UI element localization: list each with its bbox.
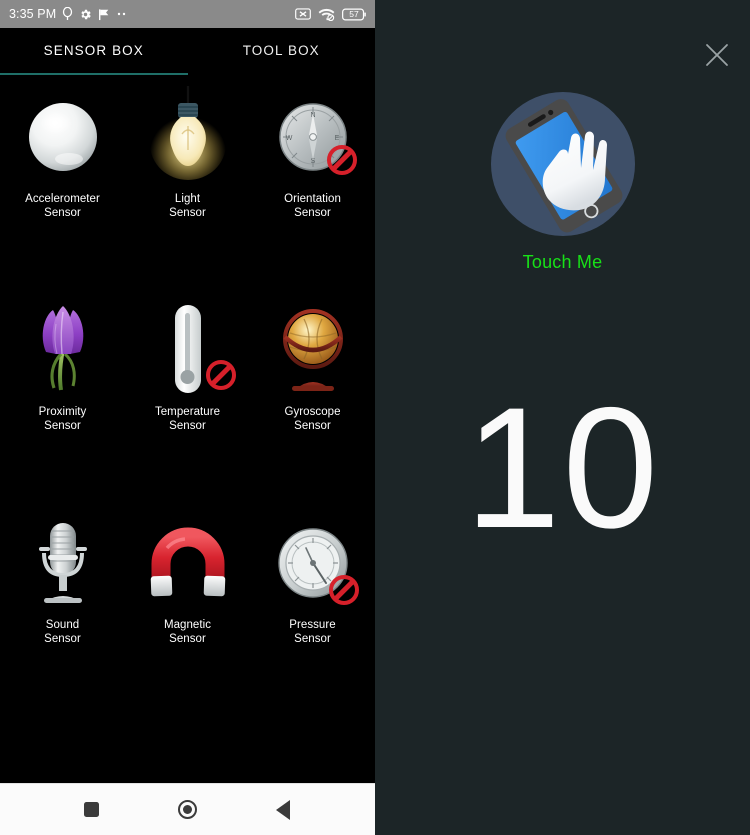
disabled-badge-icon	[328, 575, 359, 605]
phone-screen: 3:35 PM 57 SENSOR BOX TOOL BOX Accelerom…	[0, 0, 375, 835]
status-bar-clock: 3:35 PM	[9, 7, 57, 21]
sensor-item-gyroscope[interactable]: Gyroscope Sensor	[250, 290, 375, 503]
sensor-label-line1: Gyroscope	[284, 406, 341, 418]
tab-sensor-box[interactable]: SENSOR BOX	[0, 28, 188, 75]
sensor-item-temperature[interactable]: Temperature Sensor	[125, 290, 250, 503]
disabled-badge-icon	[326, 145, 357, 175]
back-triangle-icon[interactable]	[263, 790, 303, 830]
sensor-item-pressure[interactable]: Pressure Sensor	[250, 503, 375, 716]
sensor-label-line1: Orientation	[284, 193, 341, 205]
location-icon	[62, 6, 73, 21]
screenshot-root: 3:35 PM 57 SENSOR BOX TOOL BOX Accelerom…	[0, 0, 750, 835]
sensor-item-magnetic[interactable]: Magnetic Sensor	[125, 503, 250, 716]
active-tab-indicator	[0, 72, 188, 75]
microphone-icon	[17, 517, 109, 609]
status-bar-right: 57	[295, 8, 366, 21]
counter-value: 10	[464, 371, 661, 564]
sensor-label-line2: Sensor	[169, 419, 206, 432]
svg-text:W: W	[285, 135, 292, 142]
sensor-label: Magnetic Sensor	[164, 619, 211, 646]
wifi-off-icon	[318, 8, 335, 21]
compass-icon: N S W E	[267, 91, 359, 183]
sensor-item-proximity[interactable]: Proximity Sensor	[0, 290, 125, 503]
svg-text:E: E	[334, 135, 339, 142]
more-dots-icon	[116, 11, 128, 17]
globe-icon	[267, 304, 359, 396]
no-sim-icon	[295, 8, 311, 20]
sensor-label: Pressure Sensor	[289, 619, 335, 646]
sensor-label: Gyroscope Sensor	[284, 406, 340, 433]
sensor-label: Temperature Sensor	[155, 406, 220, 433]
recents-square-icon[interactable]	[72, 790, 112, 830]
sensor-label-line2: Sensor	[44, 419, 81, 432]
home-circle-icon[interactable]	[167, 790, 207, 830]
sensor-label-line1: Pressure	[289, 619, 336, 631]
silver-ball-icon	[17, 91, 109, 183]
tab-bar: SENSOR BOX TOOL BOX	[0, 28, 375, 75]
sensor-item-accelerometer[interactable]: Accelerometer Sensor	[0, 77, 125, 290]
status-bar: 3:35 PM 57	[0, 0, 375, 28]
sensor-grid: Accelerometer Sensor Light Sensor S W E …	[0, 75, 375, 783]
sensor-label-line1: Proximity	[38, 406, 87, 418]
sensor-label: Orientation Sensor	[284, 193, 341, 220]
sensor-label-line2: Sensor	[44, 632, 81, 645]
sensor-item-light[interactable]: Light Sensor	[125, 77, 250, 290]
sensor-label-line2: Sensor	[294, 206, 331, 219]
android-nav-bar	[0, 783, 375, 835]
light-bulb-icon	[142, 86, 234, 183]
sensor-item-orientation[interactable]: N S W E Orientation Sensor	[250, 77, 375, 290]
sensor-label-line1: Accelerometer	[25, 193, 100, 205]
sensor-label: Accelerometer Sensor	[25, 193, 100, 220]
sensor-item-sound[interactable]: Sound Sensor	[0, 503, 125, 716]
crocus-flower-icon	[17, 304, 109, 396]
barometer-gauge-icon	[267, 517, 359, 609]
sensor-label-line2: Sensor	[294, 632, 331, 645]
magnet-icon	[142, 517, 234, 609]
app-detail-panel: Touch Me 10	[375, 0, 750, 835]
sensor-label: Sound Sensor	[44, 619, 81, 646]
sensor-label-line2: Sensor	[169, 206, 206, 219]
sensor-label-line2: Sensor	[169, 632, 206, 645]
sensor-label-line2: Sensor	[44, 206, 81, 219]
sensor-label: Proximity Sensor	[39, 406, 87, 433]
battery-level-text: 57	[349, 9, 359, 19]
thermometer-icon	[142, 304, 236, 396]
sensor-label-line1: Sound	[45, 619, 80, 631]
gear-icon	[79, 8, 92, 21]
sensor-label-line1: Light	[174, 193, 201, 205]
sensor-label-line1: Temperature	[154, 406, 221, 418]
flag-icon	[98, 8, 110, 21]
tab-tool-box[interactable]: TOOL BOX	[188, 28, 376, 75]
status-bar-left: 3:35 PM	[9, 6, 128, 21]
disabled-badge-icon	[205, 360, 236, 390]
sensor-label-line1: Magnetic	[163, 619, 212, 631]
sensor-label-line2: Sensor	[294, 419, 331, 432]
sensor-label: Light Sensor	[169, 193, 206, 220]
battery-icon: 57	[342, 8, 366, 21]
